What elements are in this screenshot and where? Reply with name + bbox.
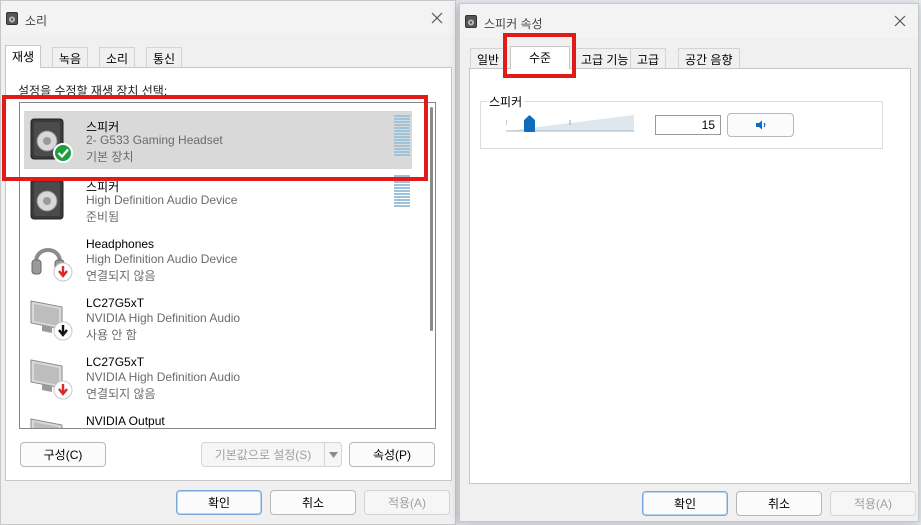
speaker-icon — [30, 118, 73, 163]
tab-spatial-sound[interactable]: 공간 음향 — [678, 48, 740, 68]
monitor-icon — [30, 359, 73, 400]
level-meter — [394, 175, 410, 208]
speaker-level-label: 스피커 — [487, 93, 525, 110]
speaker-props-title: 스피커 속성 — [484, 17, 543, 31]
monitor-icon — [30, 300, 73, 341]
tab-advanced[interactable]: 고급 — [630, 48, 667, 68]
device-item-speaker-hd[interactable]: 스피커 High Definition Audio Device 준비됨 — [24, 171, 412, 229]
device-name: Headphones — [86, 237, 155, 251]
device-description: NVIDIA High Definition Audio — [86, 311, 241, 325]
device-item-nvidia-output[interactable]: NVIDIA Output — [24, 407, 412, 428]
speaker-volume-icon — [755, 120, 765, 130]
speaker-app-icon — [465, 15, 477, 28]
device-item-lc27g5xt-1[interactable]: LC27G5xT NVIDIA High Definition Audio 사용… — [24, 289, 412, 347]
device-item-speaker-g533[interactable]: 스피커 2- G533 Gaming Headset 기본 장치 — [24, 111, 412, 169]
device-description: 2- G533 Gaming Headset — [86, 133, 223, 147]
close-icon[interactable] — [429, 10, 445, 26]
speaker-icon — [30, 178, 64, 220]
mute-toggle-button[interactable] — [727, 113, 794, 137]
set-default-split-button: 기본값으로 설정(S) — [201, 442, 342, 467]
monitor-icon — [30, 418, 63, 428]
device-description: High Definition Audio Device — [86, 252, 238, 266]
playback-panel: 설정을 수정할 재생 장치 선택: 스피커 2- G533 Gaming Hea… — [5, 67, 452, 481]
volume-value: 15 — [701, 118, 715, 132]
tab-levels[interactable]: 수준 — [510, 46, 570, 69]
speaker-props-tabs: 일반 수준 고급 기능 고급 공간 음향 — [460, 46, 918, 69]
device-instruction: 설정을 수정할 재생 장치 선택: — [18, 84, 168, 98]
default-check-icon — [53, 143, 73, 163]
speaker-level-group: 스피커 15 — [480, 93, 883, 149]
device-list: 스피커 2- G533 Gaming Headset 기본 장치 스피커 Hig… — [19, 102, 436, 429]
set-default-dropdown[interactable] — [324, 442, 342, 467]
apply-button[interactable]: 적용(A) — [830, 491, 916, 516]
tab-general[interactable]: 일반 — [470, 48, 507, 68]
tab-communications[interactable]: 통신 — [146, 47, 183, 67]
device-status: 준비됨 — [86, 210, 120, 224]
device-item-lc27g5xt-2[interactable]: LC27G5xT NVIDIA High Definition Audio 연결… — [24, 348, 412, 406]
tab-playback[interactable]: 재생 — [5, 45, 42, 68]
speaker-app-icon — [6, 12, 18, 25]
speaker-props-titlebar: 스피커 속성 — [460, 4, 918, 38]
device-name: NVIDIA Output — [86, 414, 165, 428]
cancel-button[interactable]: 취소 — [270, 490, 356, 515]
sound-titlebar: 소리 — [1, 1, 455, 35]
apply-button[interactable]: 적용(A) — [364, 490, 450, 515]
close-icon[interactable] — [892, 13, 908, 29]
ok-button[interactable]: 확인 — [176, 490, 262, 515]
tab-sounds[interactable]: 소리 — [99, 47, 136, 67]
sound-window-title: 소리 — [25, 14, 48, 28]
speaker-properties-dialog: 스피커 속성 일반 수준 고급 기능 고급 공간 음향 스피커 15 확인 취소… — [459, 3, 919, 522]
device-status: 연결되지 않음 — [86, 387, 156, 401]
device-item-headphones[interactable]: Headphones High Definition Audio Device … — [24, 230, 412, 288]
ok-button[interactable]: 확인 — [642, 491, 728, 516]
device-status: 사용 안 함 — [86, 328, 137, 342]
device-description: NVIDIA High Definition Audio — [86, 370, 241, 384]
level-meter — [394, 115, 410, 157]
volume-slider[interactable] — [505, 114, 634, 132]
configure-button[interactable]: 구성(C) — [20, 442, 106, 467]
tab-recording[interactable]: 녹음 — [52, 47, 89, 67]
sound-tabs: 재생 녹음 소리 통신 — [1, 45, 455, 68]
device-status: 기본 장치 — [86, 150, 134, 164]
volume-value-field[interactable]: 15 — [655, 115, 721, 135]
set-default-button[interactable]: 기본값으로 설정(S) — [201, 442, 325, 467]
device-list-scrollbar[interactable] — [430, 107, 433, 331]
headphones-icon — [31, 248, 73, 282]
device-name: LC27G5xT — [86, 355, 145, 369]
properties-button[interactable]: 속성(P) — [349, 442, 435, 467]
levels-panel: 스피커 15 — [469, 68, 911, 484]
device-name: LC27G5xT — [86, 296, 145, 310]
tab-enhancements[interactable]: 고급 기능 — [574, 48, 636, 68]
device-description: High Definition Audio Device — [86, 193, 238, 207]
device-status: 연결되지 않음 — [86, 269, 156, 283]
chevron-down-icon — [328, 451, 338, 458]
cancel-button[interactable]: 취소 — [736, 491, 822, 516]
sound-dialog: 소리 재생 녹음 소리 통신 설정을 수정할 재생 장치 선택: 스피커 2- … — [0, 0, 456, 525]
